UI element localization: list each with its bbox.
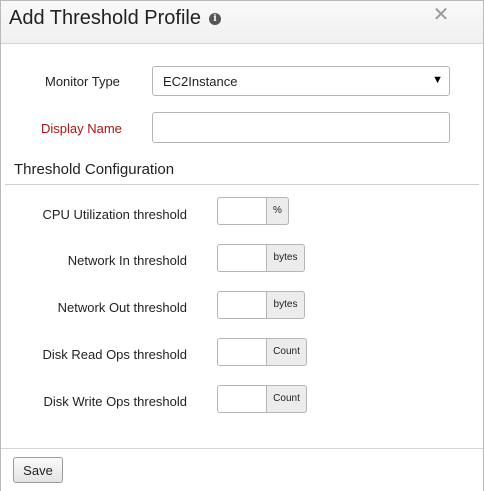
network-in-input[interactable] bbox=[217, 244, 267, 272]
display-name-input[interactable] bbox=[152, 112, 450, 143]
dropdown-arrow-icon[interactable]: ▼ bbox=[432, 74, 443, 86]
disk-read-ops-label: Disk Read Ops threshold bbox=[42, 347, 187, 362]
disk-read-ops-unit: Count bbox=[266, 338, 307, 366]
disk-write-ops-unit: Count bbox=[266, 385, 307, 413]
dialog-title: Add Threshold Profile bbox=[9, 7, 201, 29]
disk-read-ops-input[interactable] bbox=[217, 338, 267, 366]
monitor-type-label: Monitor Type bbox=[45, 74, 120, 89]
network-out-input[interactable] bbox=[217, 291, 267, 319]
network-out-unit: bytes bbox=[266, 291, 305, 319]
threshold-configuration-title: Threshold Configuration bbox=[14, 161, 175, 178]
network-in-unit: bytes bbox=[266, 244, 305, 272]
section-divider bbox=[5, 184, 479, 185]
monitor-type-value: EC2Instance bbox=[163, 74, 238, 89]
disk-write-ops-input[interactable] bbox=[217, 385, 267, 413]
add-threshold-profile-dialog: Add Threshold Profile i ✕ Monitor Type E… bbox=[0, 0, 484, 491]
monitor-type-select[interactable]: EC2Instance ▼ bbox=[152, 66, 450, 96]
cpu-utilization-label: CPU Utilization threshold bbox=[42, 207, 187, 222]
close-icon[interactable]: ✕ bbox=[431, 5, 451, 25]
save-button[interactable]: Save bbox=[13, 457, 63, 483]
dialog-header: Add Threshold Profile i ✕ bbox=[1, 1, 483, 44]
info-icon[interactable]: i bbox=[209, 13, 221, 25]
disk-write-ops-label: Disk Write Ops threshold bbox=[43, 394, 187, 409]
cpu-utilization-input[interactable] bbox=[217, 197, 267, 225]
network-out-label: Network Out threshold bbox=[57, 300, 187, 315]
network-in-label: Network In threshold bbox=[67, 253, 187, 268]
display-name-label: Display Name bbox=[41, 121, 122, 136]
dialog-footer: Save bbox=[1, 448, 483, 491]
cpu-utilization-unit: % bbox=[266, 197, 289, 225]
